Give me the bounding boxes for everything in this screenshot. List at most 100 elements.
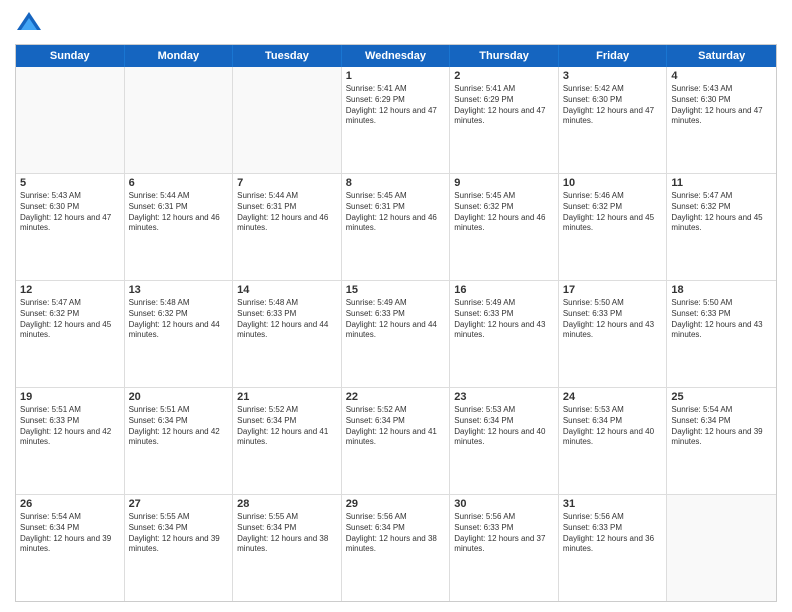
cell-info: Sunrise: 5:53 AM Sunset: 6:34 PM Dayligh… (454, 405, 554, 448)
cell-info: Sunrise: 5:45 AM Sunset: 6:31 PM Dayligh… (346, 191, 446, 234)
cell-info: Sunrise: 5:55 AM Sunset: 6:34 PM Dayligh… (129, 512, 229, 555)
cell-info: Sunrise: 5:43 AM Sunset: 6:30 PM Dayligh… (20, 191, 120, 234)
calendar-header: SundayMondayTuesdayWednesdayThursdayFrid… (16, 45, 776, 67)
logo-icon (15, 10, 43, 38)
day-number: 2 (454, 70, 554, 82)
cell-info: Sunrise: 5:56 AM Sunset: 6:33 PM Dayligh… (454, 512, 554, 555)
cell-info: Sunrise: 5:50 AM Sunset: 6:33 PM Dayligh… (671, 298, 772, 341)
cell-info: Sunrise: 5:49 AM Sunset: 6:33 PM Dayligh… (346, 298, 446, 341)
day-number: 26 (20, 498, 120, 510)
calendar-cell: 3Sunrise: 5:42 AM Sunset: 6:30 PM Daylig… (559, 67, 668, 173)
calendar-cell: 17 Sunrise: 5:50 AM Sunset: 6:33 PM Dayli… (559, 281, 668, 387)
calendar-cell: 15 Sunrise: 5:49 AM Sunset: 6:33 PM Dayli… (342, 281, 451, 387)
calendar-cell: 29 Sunrise: 5:56 AM Sunset: 6:34 PM Dayli… (342, 495, 451, 601)
cell-info: Sunrise: 5:50 AM Sunset: 6:33 PM Dayligh… (563, 298, 663, 341)
calendar-header-cell: Thursday (450, 45, 559, 67)
calendar-cell: 18 Sunrise: 5:50 AM Sunset: 6:33 PM Dayli… (667, 281, 776, 387)
calendar-cell: 2Sunrise: 5:41 AM Sunset: 6:29 PM Daylig… (450, 67, 559, 173)
cell-info: Sunrise: 5:56 AM Sunset: 6:34 PM Dayligh… (346, 512, 446, 555)
calendar-cell: 16 Sunrise: 5:49 AM Sunset: 6:33 PM Dayli… (450, 281, 559, 387)
day-number: 17 (563, 284, 663, 296)
day-number: 25 (671, 391, 772, 403)
cell-info: Sunrise: 5:52 AM Sunset: 6:34 PM Dayligh… (346, 405, 446, 448)
day-number: 1 (346, 70, 446, 82)
logo (15, 10, 47, 38)
calendar-header-cell: Wednesday (342, 45, 451, 67)
calendar-header-cell: Friday (559, 45, 668, 67)
day-number: 11 (671, 177, 772, 189)
calendar-cell: 10Sunrise: 5:46 AM Sunset: 6:32 PM Dayli… (559, 174, 668, 280)
day-number: 28 (237, 498, 337, 510)
day-number: 16 (454, 284, 554, 296)
day-number: 3 (563, 70, 663, 82)
cell-info: Sunrise: 5:41 AM Sunset: 6:29 PM Dayligh… (346, 84, 446, 127)
calendar-cell: 13 Sunrise: 5:48 AM Sunset: 6:32 PM Dayli… (125, 281, 234, 387)
day-number: 31 (563, 498, 663, 510)
day-number: 22 (346, 391, 446, 403)
cell-info: Sunrise: 5:51 AM Sunset: 6:34 PM Dayligh… (129, 405, 229, 448)
calendar-cell: 23 Sunrise: 5:53 AM Sunset: 6:34 PM Dayli… (450, 388, 559, 494)
calendar-body: 1 Sunrise: 5:41 AM Sunset: 6:29 PM Daylig… (16, 67, 776, 601)
calendar-header-cell: Saturday (667, 45, 776, 67)
calendar-header-cell: Monday (125, 45, 234, 67)
calendar-cell: 30Sunrise: 5:56 AM Sunset: 6:33 PM Dayli… (450, 495, 559, 601)
cell-info: Sunrise: 5:55 AM Sunset: 6:34 PM Dayligh… (237, 512, 337, 555)
day-number: 8 (346, 177, 446, 189)
calendar-row: 26 Sunrise: 5:54 AM Sunset: 6:34 PM Dayli… (16, 495, 776, 601)
calendar-cell: 8 Sunrise: 5:45 AM Sunset: 6:31 PM Daylig… (342, 174, 451, 280)
day-number: 23 (454, 391, 554, 403)
cell-info: Sunrise: 5:45 AM Sunset: 6:32 PM Dayligh… (454, 191, 554, 234)
cell-info: Sunrise: 5:54 AM Sunset: 6:34 PM Dayligh… (671, 405, 772, 448)
cell-info: Sunrise: 5:56 AM Sunset: 6:33 PM Dayligh… (563, 512, 663, 555)
cell-info: Sunrise: 5:43 AM Sunset: 6:30 PM Dayligh… (671, 84, 772, 127)
calendar-cell: 4 Sunrise: 5:43 AM Sunset: 6:30 PM Daylig… (667, 67, 776, 173)
calendar-cell: 1 Sunrise: 5:41 AM Sunset: 6:29 PM Daylig… (342, 67, 451, 173)
cell-info: Sunrise: 5:44 AM Sunset: 6:31 PM Dayligh… (237, 191, 337, 234)
calendar-cell: 28 Sunrise: 5:55 AM Sunset: 6:34 PM Dayli… (233, 495, 342, 601)
day-number: 10 (563, 177, 663, 189)
calendar-row: 5 Sunrise: 5:43 AM Sunset: 6:30 PM Daylig… (16, 174, 776, 281)
calendar-cell: 26 Sunrise: 5:54 AM Sunset: 6:34 PM Dayli… (16, 495, 125, 601)
calendar-cell: 22 Sunrise: 5:52 AM Sunset: 6:34 PM Dayli… (342, 388, 451, 494)
calendar-cell: 19 Sunrise: 5:51 AM Sunset: 6:33 PM Dayli… (16, 388, 125, 494)
cell-info: Sunrise: 5:47 AM Sunset: 6:32 PM Dayligh… (671, 191, 772, 234)
day-number: 7 (237, 177, 337, 189)
header (15, 10, 777, 38)
calendar-row: 1 Sunrise: 5:41 AM Sunset: 6:29 PM Daylig… (16, 67, 776, 174)
day-number: 5 (20, 177, 120, 189)
day-number: 20 (129, 391, 229, 403)
day-number: 27 (129, 498, 229, 510)
calendar-cell (233, 67, 342, 173)
day-number: 14 (237, 284, 337, 296)
calendar-cell: 27 Sunrise: 5:55 AM Sunset: 6:34 PM Dayli… (125, 495, 234, 601)
day-number: 13 (129, 284, 229, 296)
calendar-cell: 9Sunrise: 5:45 AM Sunset: 6:32 PM Daylig… (450, 174, 559, 280)
day-number: 15 (346, 284, 446, 296)
calendar-cell: 11 Sunrise: 5:47 AM Sunset: 6:32 PM Dayli… (667, 174, 776, 280)
day-number: 4 (671, 70, 772, 82)
cell-info: Sunrise: 5:52 AM Sunset: 6:34 PM Dayligh… (237, 405, 337, 448)
day-number: 19 (20, 391, 120, 403)
cell-info: Sunrise: 5:48 AM Sunset: 6:33 PM Dayligh… (237, 298, 337, 341)
calendar-cell: 12Sunrise: 5:47 AM Sunset: 6:32 PM Dayli… (16, 281, 125, 387)
cell-info: Sunrise: 5:51 AM Sunset: 6:33 PM Dayligh… (20, 405, 120, 448)
cell-info: Sunrise: 5:47 AM Sunset: 6:32 PM Dayligh… (20, 298, 120, 341)
day-number: 18 (671, 284, 772, 296)
calendar-cell: 31 Sunrise: 5:56 AM Sunset: 6:33 PM Dayli… (559, 495, 668, 601)
calendar-cell (16, 67, 125, 173)
cell-info: Sunrise: 5:49 AM Sunset: 6:33 PM Dayligh… (454, 298, 554, 341)
page: SundayMondayTuesdayWednesdayThursdayFrid… (0, 0, 792, 612)
day-number: 6 (129, 177, 229, 189)
calendar-cell: 7 Sunrise: 5:44 AM Sunset: 6:31 PM Daylig… (233, 174, 342, 280)
day-number: 29 (346, 498, 446, 510)
calendar-row: 19 Sunrise: 5:51 AM Sunset: 6:33 PM Dayli… (16, 388, 776, 495)
cell-info: Sunrise: 5:54 AM Sunset: 6:34 PM Dayligh… (20, 512, 120, 555)
day-number: 21 (237, 391, 337, 403)
calendar-cell: 6Sunrise: 5:44 AM Sunset: 6:31 PM Daylig… (125, 174, 234, 280)
calendar-cell (125, 67, 234, 173)
calendar-cell (667, 495, 776, 601)
calendar-header-cell: Tuesday (233, 45, 342, 67)
cell-info: Sunrise: 5:48 AM Sunset: 6:32 PM Dayligh… (129, 298, 229, 341)
calendar-cell: 14 Sunrise: 5:48 AM Sunset: 6:33 PM Dayli… (233, 281, 342, 387)
calendar-cell: 25 Sunrise: 5:54 AM Sunset: 6:34 PM Dayli… (667, 388, 776, 494)
